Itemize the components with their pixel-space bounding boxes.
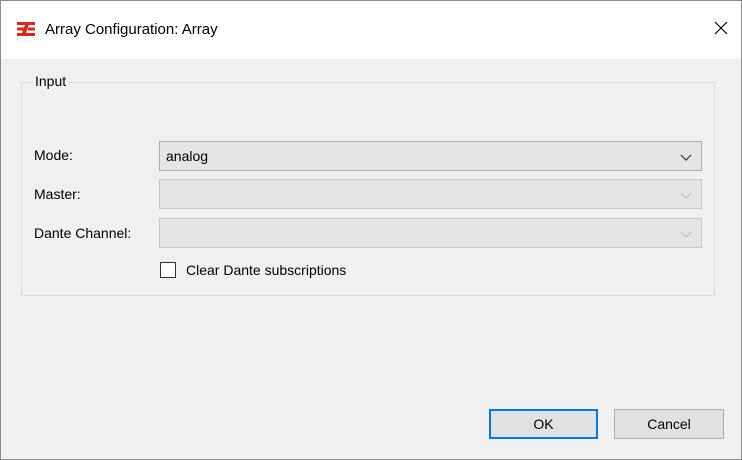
window-title: Array Configuration: Array	[45, 21, 218, 38]
dante-channel-label: Dante Channel:	[34, 225, 132, 241]
close-icon	[714, 21, 728, 38]
dante-channel-dropdown[interactable]	[159, 218, 702, 248]
array-logo-icon	[17, 22, 35, 36]
mode-value: analog	[166, 148, 209, 164]
input-group-title: Input	[33, 73, 69, 89]
title-bar: Array Configuration: Array	[1, 1, 741, 59]
cancel-button[interactable]: Cancel	[614, 409, 724, 439]
chevron-down-icon	[679, 227, 693, 241]
master-dropdown[interactable]	[159, 179, 702, 209]
close-button[interactable]	[701, 9, 741, 49]
ok-button[interactable]: OK	[489, 409, 598, 439]
master-label: Master:	[34, 186, 81, 202]
checkbox-label: Clear Dante subscriptions	[186, 262, 347, 278]
mode-dropdown[interactable]: analog	[159, 141, 702, 171]
mode-label: Mode:	[34, 147, 73, 163]
checkbox-box[interactable]	[160, 262, 176, 278]
clear-dante-subscriptions-checkbox[interactable]: Clear Dante subscriptions	[160, 260, 346, 280]
chevron-down-icon	[679, 188, 693, 202]
chevron-down-icon	[679, 150, 693, 164]
dialog-window: Array Configuration: Array Input Mode: a…	[0, 0, 742, 460]
